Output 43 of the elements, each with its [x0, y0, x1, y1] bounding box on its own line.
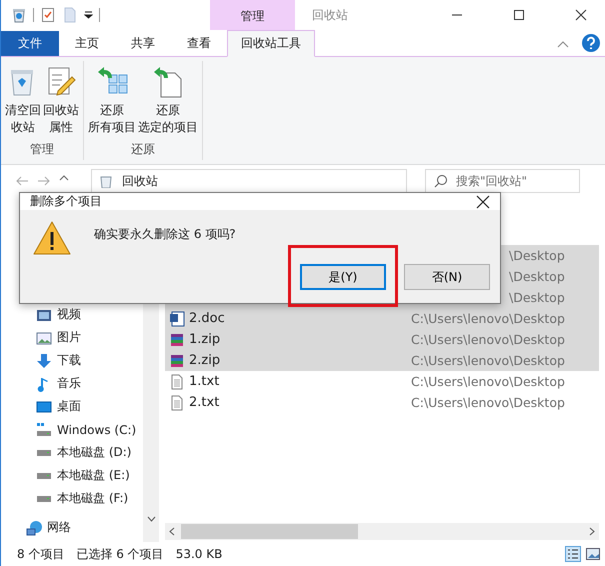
- nav-item[interactable]: 本地磁盘 (E:): [1, 464, 143, 487]
- group-label: 还原: [130, 141, 156, 158]
- nav-item[interactable]: 网络: [1, 516, 143, 539]
- ribbon-button[interactable]: 还原 所有项目: [88, 61, 136, 141]
- context-tab-label: 管理: [210, 0, 295, 30]
- nav-item[interactable]: Windows (C:): [1, 418, 143, 441]
- ribbon-tab[interactable]: 查看: [171, 31, 227, 56]
- nav-item[interactable]: 下载: [1, 349, 143, 372]
- nav-item[interactable]: 视频: [1, 303, 143, 326]
- button-label-line: 属性: [49, 119, 73, 136]
- button-label-line: 收站: [11, 119, 35, 136]
- group-label: 管理: [29, 141, 55, 158]
- file-row[interactable]: 1.txt C:\Users\lenovo\Desktop: [165, 371, 599, 392]
- ribbon-tab[interactable]: 共享: [115, 31, 171, 56]
- ribbon-tab[interactable]: 文件: [1, 31, 59, 56]
- nav-item[interactable]: 音乐: [1, 372, 143, 395]
- button-label-line: 选定的项目: [138, 119, 198, 136]
- ribbon-tab[interactable]: 回收站工具: [227, 30, 315, 57]
- nav-item[interactable]: 桌面: [1, 395, 143, 418]
- dialog-title: 删除多个项目: [30, 193, 102, 210]
- nav-item[interactable]: 本地磁盘 (D:): [1, 441, 143, 464]
- nav-item[interactable]: 本地磁盘 (F:): [1, 487, 143, 510]
- dialog-button[interactable]: 是(Y): [300, 264, 386, 290]
- ribbon-tab[interactable]: 主页: [59, 31, 115, 56]
- window-title: 回收站: [312, 6, 349, 24]
- button-label-line: 所有项目: [88, 119, 136, 136]
- dialog-message: 确实要永久删除这 6 项吗?: [94, 226, 237, 243]
- file-row[interactable]: 1.zip C:\Users\lenovo\Desktop: [165, 329, 599, 350]
- ribbon-button[interactable]: 回收站 属性: [43, 61, 79, 141]
- dialog-button[interactable]: 否(N): [404, 264, 490, 290]
- button-label-line: 回收站: [43, 102, 79, 119]
- button-label-line: 还原: [156, 102, 180, 119]
- file-row[interactable]: 2.zip C:\Users\lenovo\Desktop: [165, 350, 599, 371]
- status-text: 53.0 KB: [176, 547, 222, 561]
- button-label-line: 还原: [100, 102, 124, 119]
- file-row[interactable]: 2.txt C:\Users\lenovo\Desktop: [165, 392, 599, 413]
- button-label-line: 清空回: [5, 102, 41, 119]
- ribbon-button[interactable]: 还原 选定的项目: [138, 61, 198, 141]
- ribbon-button[interactable]: 清空回 收站: [5, 61, 41, 141]
- status-text: 已选择 6 个项目: [76, 546, 164, 562]
- nav-item[interactable]: 图片: [1, 326, 143, 349]
- status-text: 8 个项目: [17, 546, 64, 562]
- file-row[interactable]: 2.doc C:\Users\lenovo\Desktop: [165, 308, 599, 329]
